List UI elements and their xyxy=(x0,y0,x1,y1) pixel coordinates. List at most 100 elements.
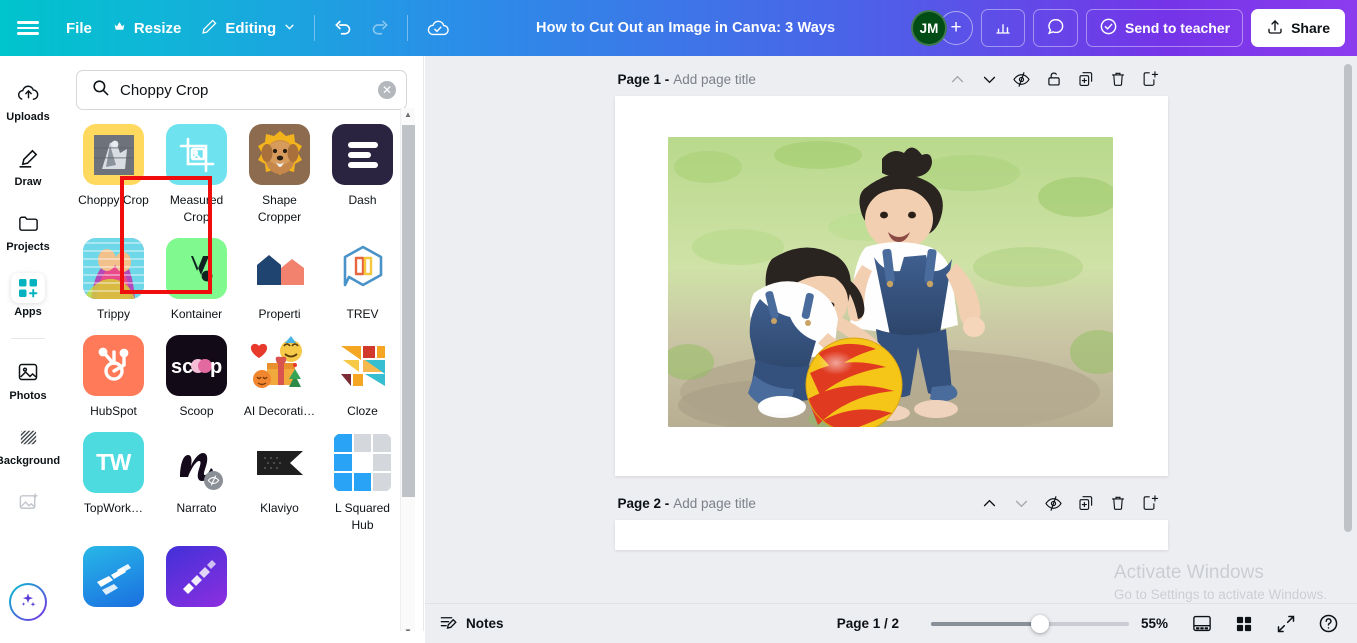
sidebar-item-magic-image[interactable] xyxy=(0,487,56,521)
zoom-slider[interactable] xyxy=(931,614,1129,633)
share-button[interactable]: Share xyxy=(1251,9,1345,47)
app-tile[interactable]: HubSpot xyxy=(72,335,155,420)
duplicate-page-icon[interactable] xyxy=(1071,489,1101,517)
app-thumbnail[interactable] xyxy=(332,432,393,494)
page-header-2: Page 2 - Add page title xyxy=(615,486,1168,520)
chevron-down-icon[interactable] xyxy=(1007,489,1037,517)
sidebar-item-apps[interactable]: Apps xyxy=(0,273,56,318)
help-circle-icon[interactable] xyxy=(1313,609,1343,639)
search-input[interactable]: Choppy Crop ✕ xyxy=(76,70,407,110)
zoom-slider-knob[interactable] xyxy=(1030,614,1049,633)
insights-button[interactable] xyxy=(981,9,1026,47)
app-tile[interactable]: Kontainer xyxy=(155,238,238,323)
avatar[interactable]: JM xyxy=(911,10,948,46)
zoom-slider-fill xyxy=(931,621,1040,626)
sidebar-item-projects[interactable]: Projects xyxy=(0,208,56,253)
app-tile[interactable]: Klaviyo xyxy=(238,432,321,534)
app-name-label: Dash xyxy=(348,193,377,207)
app-thumbnail[interactable] xyxy=(249,124,310,185)
page-title-input[interactable]: Add page title xyxy=(673,72,756,87)
app-thumbnail[interactable] xyxy=(83,335,144,397)
magic-studio-button[interactable] xyxy=(9,583,47,621)
app-thumbnail[interactable] xyxy=(166,124,227,185)
app-thumbnail[interactable]: TW xyxy=(83,432,144,494)
apps-grid-icon xyxy=(11,273,45,303)
app-thumbnail[interactable] xyxy=(166,432,227,494)
redo-icon[interactable] xyxy=(361,9,399,47)
app-tile[interactable]: sc p Scoop xyxy=(155,335,238,420)
panel-scroll-thumb[interactable] xyxy=(401,125,415,497)
canvas-area[interactable]: Page 1 - Add page title Page 2 - Add pag… xyxy=(425,56,1357,643)
add-page-icon[interactable] xyxy=(1135,65,1165,93)
resize-button[interactable]: Resize xyxy=(102,10,192,46)
app-tile[interactable]: Cloze xyxy=(321,335,404,420)
file-menu-button[interactable]: File xyxy=(56,10,102,46)
app-thumbnail[interactable]: sc p xyxy=(166,335,227,397)
comments-button[interactable] xyxy=(1033,9,1079,47)
presentation-view-icon[interactable] xyxy=(1187,609,1217,639)
lock-icon[interactable] xyxy=(1039,65,1069,93)
app-thumbnail[interactable] xyxy=(249,238,310,300)
app-tile[interactable]: TREV xyxy=(321,238,404,323)
chevron-up-icon[interactable] xyxy=(943,65,973,93)
clear-x-icon[interactable]: ✕ xyxy=(378,81,396,99)
delete-page-icon[interactable] xyxy=(1103,65,1133,93)
app-tile[interactable] xyxy=(155,546,238,614)
app-thumbnail[interactable] xyxy=(166,546,227,608)
canvas-photo[interactable] xyxy=(667,137,1113,427)
app-tile[interactable] xyxy=(72,546,155,614)
app-thumbnail[interactable] xyxy=(83,546,144,608)
app-tile[interactable]: Dash xyxy=(321,124,404,226)
grid-view-icon[interactable] xyxy=(1229,609,1259,639)
app-tile[interactable]: Measured Crop xyxy=(155,124,238,226)
notes-button[interactable]: Notes xyxy=(439,613,504,635)
hide-page-icon[interactable] xyxy=(1039,489,1069,517)
share-label: Share xyxy=(1291,20,1330,36)
app-tile[interactable]: TW TopWork… xyxy=(72,432,155,534)
sidebar-item-uploads[interactable]: Uploads xyxy=(0,78,56,123)
activate-windows-watermark: Activate Windows Go to Settings to activ… xyxy=(1114,561,1327,605)
app-tile[interactable]: Narrato xyxy=(155,432,238,534)
document-title-container[interactable]: How to Cut Out an Image in Canva: 3 Ways xyxy=(460,20,911,36)
canvas-scrollbar[interactable] xyxy=(1344,64,1352,532)
app-thumbnail[interactable] xyxy=(83,238,144,300)
page-canvas-2[interactable] xyxy=(614,520,1168,550)
zoom-value-label[interactable]: 55% xyxy=(1141,616,1175,631)
app-thumbnail[interactable] xyxy=(332,238,393,300)
app-tile[interactable]: Choppy Crop xyxy=(72,124,155,226)
panel-scrollbar[interactable]: ▲ ▼ xyxy=(400,108,415,638)
sidebar-item-draw[interactable]: Draw xyxy=(0,143,56,188)
hide-page-icon[interactable] xyxy=(1007,65,1037,93)
app-thumbnail[interactable] xyxy=(166,238,227,300)
scroll-up-arrow-icon[interactable]: ▲ xyxy=(404,108,412,121)
cloud-check-icon[interactable] xyxy=(416,9,460,47)
panel-scroll-track[interactable] xyxy=(401,121,415,625)
app-thumbnail[interactable] xyxy=(332,124,393,185)
send-to-teacher-button[interactable]: Send to teacher xyxy=(1086,9,1244,47)
undo-icon[interactable] xyxy=(323,9,361,47)
app-tile[interactable]: Shape Cropper xyxy=(238,124,321,226)
chevron-up-icon[interactable] xyxy=(975,489,1005,517)
send-to-teacher-label: Send to teacher xyxy=(1125,20,1231,36)
pen-icon xyxy=(11,143,45,173)
delete-page-icon[interactable] xyxy=(1103,489,1133,517)
add-page-icon[interactable] xyxy=(1135,489,1165,517)
app-tile[interactable]: Trippy xyxy=(72,238,155,323)
fullscreen-icon[interactable] xyxy=(1271,609,1301,639)
page-canvas-1[interactable] xyxy=(614,96,1168,476)
hamburger-icon[interactable] xyxy=(0,0,56,56)
app-tile[interactable]: Properti xyxy=(238,238,321,323)
app-thumbnail[interactable] xyxy=(249,432,310,494)
background-pattern-icon xyxy=(11,422,45,452)
duplicate-page-icon[interactable] xyxy=(1071,65,1101,93)
app-thumbnail[interactable] xyxy=(332,335,393,397)
app-tile[interactable]: L Squared Hub xyxy=(321,432,404,534)
app-thumbnail[interactable] xyxy=(83,124,144,185)
sidebar-item-photos[interactable]: Photos xyxy=(0,357,56,402)
page-title-input[interactable]: Add page title xyxy=(673,496,756,511)
app-tile[interactable]: AI Decorati… xyxy=(238,335,321,420)
app-thumbnail[interactable] xyxy=(249,335,310,397)
chevron-down-icon[interactable] xyxy=(975,65,1005,93)
sidebar-item-background[interactable]: Background xyxy=(0,422,60,467)
editing-mode-button[interactable]: Editing xyxy=(191,10,306,46)
